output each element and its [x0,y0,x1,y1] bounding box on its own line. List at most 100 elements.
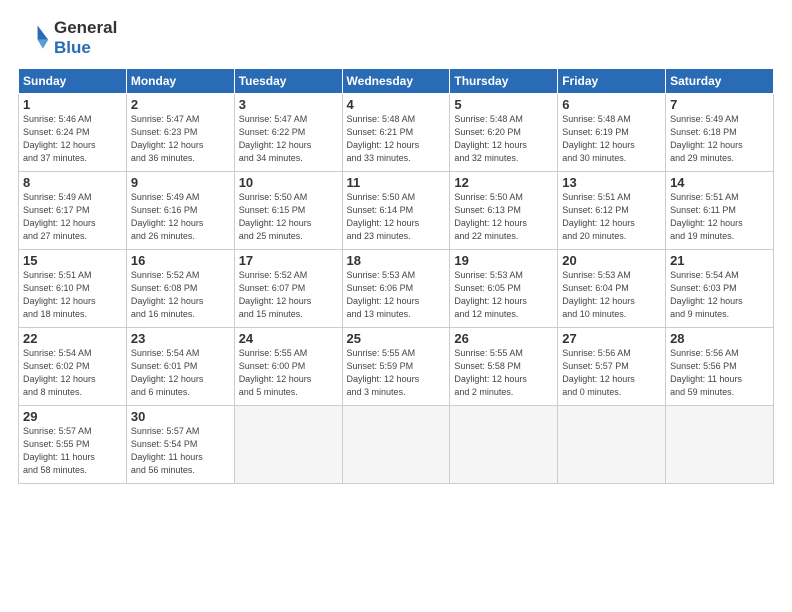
calendar-cell: 30 Sunrise: 5:57 AMSunset: 5:54 PMDayligh… [126,406,234,484]
day-number: 13 [562,175,661,190]
calendar-cell [666,406,774,484]
calendar-cell [234,406,342,484]
cell-info: Sunrise: 5:53 AMSunset: 6:05 PMDaylight:… [454,270,527,319]
day-number: 22 [23,331,122,346]
day-number: 4 [347,97,446,112]
cell-info: Sunrise: 5:55 AMSunset: 5:59 PMDaylight:… [347,348,420,397]
cell-info: Sunrise: 5:56 AMSunset: 5:57 PMDaylight:… [562,348,635,397]
calendar-week-row: 22 Sunrise: 5:54 AMSunset: 6:02 PMDayligh… [19,328,774,406]
calendar-cell: 6 Sunrise: 5:48 AMSunset: 6:19 PMDaylight… [558,94,666,172]
cell-info: Sunrise: 5:51 AMSunset: 6:11 PMDaylight:… [670,192,743,241]
day-number: 10 [239,175,338,190]
day-number: 15 [23,253,122,268]
calendar-cell [450,406,558,484]
day-of-week-header: Friday [558,69,666,94]
day-number: 24 [239,331,338,346]
cell-info: Sunrise: 5:54 AMSunset: 6:03 PMDaylight:… [670,270,743,319]
calendar-body: 1 Sunrise: 5:46 AMSunset: 6:24 PMDaylight… [19,94,774,484]
day-number: 29 [23,409,122,424]
day-number: 1 [23,97,122,112]
cell-info: Sunrise: 5:46 AMSunset: 6:24 PMDaylight:… [23,114,96,163]
cell-info: Sunrise: 5:53 AMSunset: 6:04 PMDaylight:… [562,270,635,319]
cell-info: Sunrise: 5:48 AMSunset: 6:20 PMDaylight:… [454,114,527,163]
day-number: 25 [347,331,446,346]
page: General Blue SundayMondayTuesdayWednesda… [0,0,792,612]
day-of-week-header: Tuesday [234,69,342,94]
calendar-cell: 3Sunrise: 5:47 AMSunset: 6:22 PMDaylight… [234,94,342,172]
calendar-cell [342,406,450,484]
cell-info: Sunrise: 5:54 AMSunset: 6:01 PMDaylight:… [131,348,204,397]
day-number: 26 [454,331,553,346]
calendar-cell: 22 Sunrise: 5:54 AMSunset: 6:02 PMDayligh… [19,328,127,406]
day-number: 7 [670,97,769,112]
calendar-cell: 9 Sunrise: 5:49 AMSunset: 6:16 PMDaylight… [126,172,234,250]
calendar-cell: 27Sunrise: 5:56 AMSunset: 5:57 PMDayligh… [558,328,666,406]
day-number: 20 [562,253,661,268]
day-number: 12 [454,175,553,190]
calendar-cell: 8 Sunrise: 5:49 AMSunset: 6:17 PMDaylight… [19,172,127,250]
calendar-cell: 21Sunrise: 5:54 AMSunset: 6:03 PMDayligh… [666,250,774,328]
calendar-cell [558,406,666,484]
day-number: 11 [347,175,446,190]
day-of-week-header: Monday [126,69,234,94]
day-number: 8 [23,175,122,190]
header: General Blue [18,18,774,58]
calendar-cell: 19 Sunrise: 5:53 AMSunset: 6:05 PMDayligh… [450,250,558,328]
calendar-cell: 20 Sunrise: 5:53 AMSunset: 6:04 PMDayligh… [558,250,666,328]
cell-info: Sunrise: 5:55 AMSunset: 6:00 PMDaylight:… [239,348,312,397]
calendar-cell: 11 Sunrise: 5:50 AMSunset: 6:14 PMDayligh… [342,172,450,250]
day-number: 2 [131,97,230,112]
cell-info: Sunrise: 5:57 AMSunset: 5:54 PMDaylight:… [131,426,203,475]
day-number: 16 [131,253,230,268]
day-number: 6 [562,97,661,112]
cell-info: Sunrise: 5:47 AMSunset: 6:23 PMDaylight:… [131,114,204,163]
day-number: 5 [454,97,553,112]
logo: General Blue [18,18,117,58]
calendar-cell: 14 Sunrise: 5:51 AMSunset: 6:11 PMDayligh… [666,172,774,250]
calendar-cell: 1 Sunrise: 5:46 AMSunset: 6:24 PMDaylight… [19,94,127,172]
cell-info: Sunrise: 5:57 AMSunset: 5:55 PMDaylight:… [23,426,95,475]
cell-info: Sunrise: 5:50 AMSunset: 6:13 PMDaylight:… [454,192,527,241]
day-number: 23 [131,331,230,346]
calendar-cell: 24 Sunrise: 5:55 AMSunset: 6:00 PMDayligh… [234,328,342,406]
cell-info: Sunrise: 5:48 AMSunset: 6:21 PMDaylight:… [347,114,420,163]
logo-icon [18,22,50,54]
calendar-cell: 15 Sunrise: 5:51 AMSunset: 6:10 PMDayligh… [19,250,127,328]
day-number: 28 [670,331,769,346]
calendar-week-row: 8 Sunrise: 5:49 AMSunset: 6:17 PMDaylight… [19,172,774,250]
calendar-week-row: 29 Sunrise: 5:57 AMSunset: 5:55 PMDayligh… [19,406,774,484]
calendar-cell: 16 Sunrise: 5:52 AMSunset: 6:08 PMDayligh… [126,250,234,328]
day-number: 9 [131,175,230,190]
calendar-cell: 28 Sunrise: 5:56 AMSunset: 5:56 PMDayligh… [666,328,774,406]
logo-text: General Blue [54,18,117,58]
cell-info: Sunrise: 5:51 AMSunset: 6:12 PMDaylight:… [562,192,635,241]
cell-info: Sunrise: 5:48 AMSunset: 6:19 PMDaylight:… [562,114,635,163]
day-number: 18 [347,253,446,268]
calendar-week-row: 15 Sunrise: 5:51 AMSunset: 6:10 PMDayligh… [19,250,774,328]
day-number: 14 [670,175,769,190]
calendar-cell: 10Sunrise: 5:50 AMSunset: 6:15 PMDayligh… [234,172,342,250]
day-number: 19 [454,253,553,268]
calendar-cell: 2 Sunrise: 5:47 AMSunset: 6:23 PMDaylight… [126,94,234,172]
calendar-week-row: 1 Sunrise: 5:46 AMSunset: 6:24 PMDaylight… [19,94,774,172]
day-of-week-header: Sunday [19,69,127,94]
calendar-cell: 12 Sunrise: 5:50 AMSunset: 6:13 PMDayligh… [450,172,558,250]
calendar-cell: 13 Sunrise: 5:51 AMSunset: 6:12 PMDayligh… [558,172,666,250]
cell-info: Sunrise: 5:49 AMSunset: 6:16 PMDaylight:… [131,192,204,241]
day-number: 17 [239,253,338,268]
calendar-cell: 26Sunrise: 5:55 AMSunset: 5:58 PMDayligh… [450,328,558,406]
cell-info: Sunrise: 5:50 AMSunset: 6:14 PMDaylight:… [347,192,420,241]
calendar-cell: 29 Sunrise: 5:57 AMSunset: 5:55 PMDayligh… [19,406,127,484]
cell-info: Sunrise: 5:56 AMSunset: 5:56 PMDaylight:… [670,348,742,397]
day-number: 30 [131,409,230,424]
cell-info: Sunrise: 5:51 AMSunset: 6:10 PMDaylight:… [23,270,96,319]
cell-info: Sunrise: 5:52 AMSunset: 6:07 PMDaylight:… [239,270,312,319]
calendar-table: SundayMondayTuesdayWednesdayThursdayFrid… [18,68,774,484]
calendar-cell: 5 Sunrise: 5:48 AMSunset: 6:20 PMDaylight… [450,94,558,172]
cell-info: Sunrise: 5:52 AMSunset: 6:08 PMDaylight:… [131,270,204,319]
calendar-cell: 23 Sunrise: 5:54 AMSunset: 6:01 PMDayligh… [126,328,234,406]
calendar-cell: 25 Sunrise: 5:55 AMSunset: 5:59 PMDayligh… [342,328,450,406]
cell-info: Sunrise: 5:49 AMSunset: 6:17 PMDaylight:… [23,192,96,241]
cell-info: Sunrise: 5:54 AMSunset: 6:02 PMDaylight:… [23,348,96,397]
calendar-cell: 18Sunrise: 5:53 AMSunset: 6:06 PMDayligh… [342,250,450,328]
